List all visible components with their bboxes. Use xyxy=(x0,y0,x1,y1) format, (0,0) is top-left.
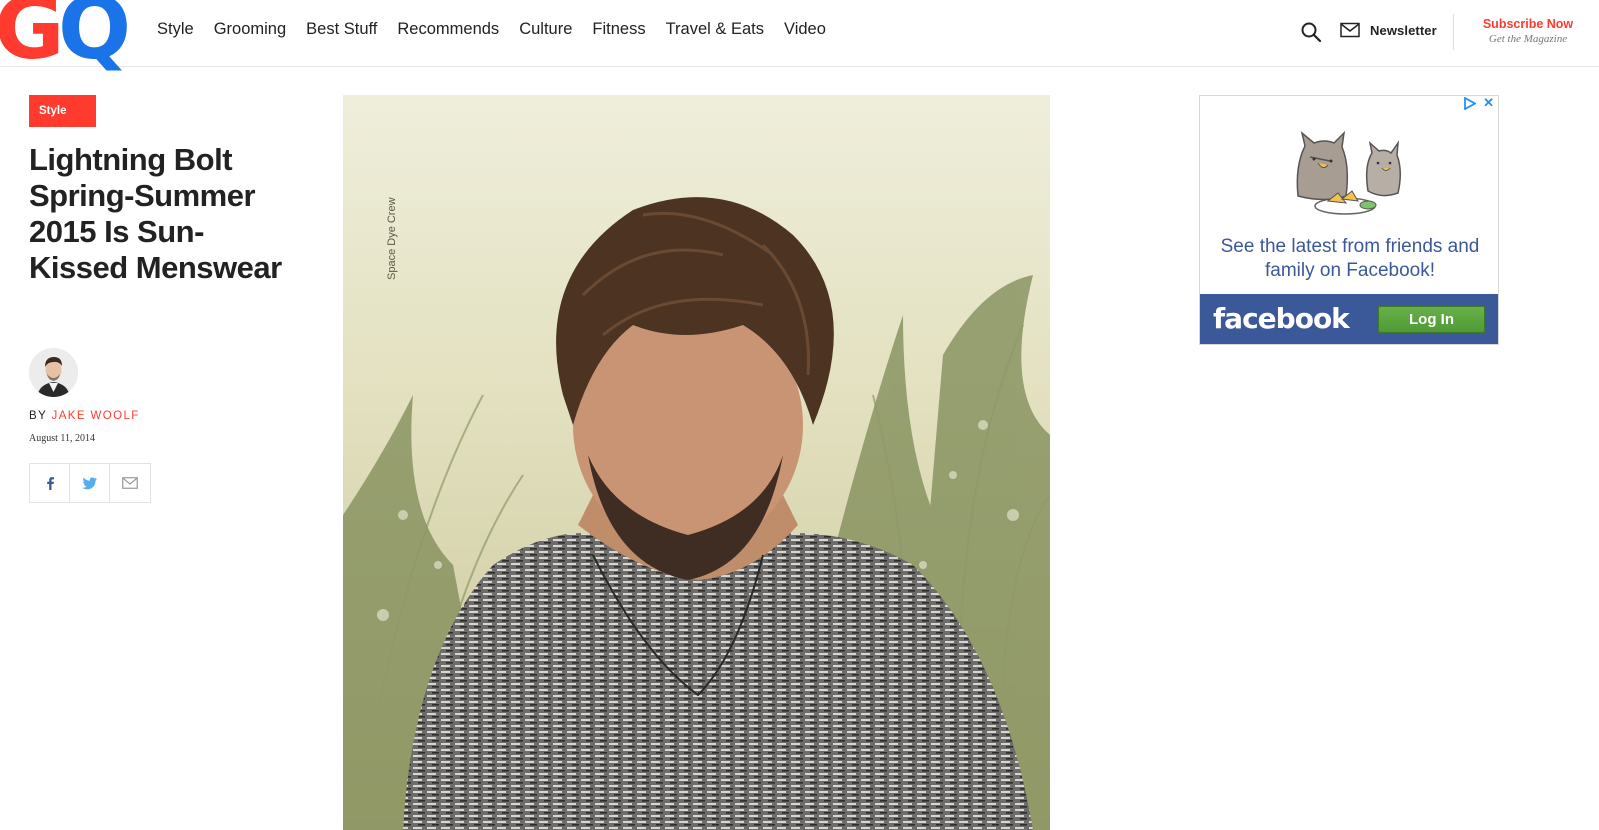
byline-prefix: BY xyxy=(29,410,47,422)
ad-brand-bar: facebook Log In xyxy=(1200,294,1498,344)
twitter-icon xyxy=(82,476,97,489)
newsletter-label: Newsletter xyxy=(1370,22,1437,38)
author-link[interactable]: JAKE WOOLF xyxy=(52,410,140,422)
ad-message: See the latest from friends and family o… xyxy=(1220,236,1480,281)
publish-date: August 11, 2014 xyxy=(29,433,96,444)
category-badge[interactable]: Style xyxy=(29,95,96,127)
author-portrait xyxy=(29,348,78,397)
nav-item-best-stuff[interactable]: Best Stuff xyxy=(306,20,377,39)
share-bar xyxy=(29,463,151,503)
ad-close-button[interactable]: ✕ xyxy=(1483,96,1494,111)
facebook-wordmark: facebook xyxy=(1213,302,1350,335)
share-email-button[interactable] xyxy=(110,464,150,502)
nav-item-travel-eats[interactable]: Travel & Eats xyxy=(666,20,764,39)
nav-item-recommends[interactable]: Recommends xyxy=(397,20,499,39)
header-divider xyxy=(1453,14,1454,50)
article-hero-image: Space Dye Crew xyxy=(343,95,1050,830)
subscribe-link[interactable]: Subscribe Now Get the Magazine xyxy=(1472,17,1584,45)
pusheen-cats-illustration xyxy=(1296,130,1401,215)
nav-item-culture[interactable]: Culture xyxy=(519,20,572,39)
search-icon[interactable] xyxy=(1300,21,1322,43)
share-twitter-button[interactable] xyxy=(70,464,110,502)
newsletter-link[interactable]: Newsletter xyxy=(1340,22,1437,38)
share-facebook-button[interactable] xyxy=(30,464,70,502)
byline: BY JAKE WOOLF xyxy=(29,410,140,422)
main-nav: Style Grooming Best Stuff Recommends Cul… xyxy=(157,20,826,39)
nav-item-style[interactable]: Style xyxy=(157,20,194,39)
nav-item-grooming[interactable]: Grooming xyxy=(214,20,286,39)
logo-letter-q: Q xyxy=(58,0,131,79)
site-header: G Q Style Grooming Best Stuff Recommends… xyxy=(0,0,1599,72)
subscribe-label: Subscribe Now xyxy=(1482,17,1574,31)
subscribe-sublabel: Get the Magazine xyxy=(1488,33,1568,45)
nav-item-fitness[interactable]: Fitness xyxy=(592,20,645,39)
author-avatar[interactable] xyxy=(29,348,78,397)
adchoices-icon[interactable] xyxy=(1463,97,1476,110)
gq-logo[interactable]: G Q xyxy=(0,0,136,72)
facebook-login-button[interactable]: Log In xyxy=(1378,306,1485,333)
facebook-icon xyxy=(46,477,54,490)
email-icon xyxy=(122,477,138,489)
article-headline: Lightning Bolt Spring-Summer 2015 Is Sun… xyxy=(29,142,282,285)
hero-photo: Space Dye Crew xyxy=(343,95,1050,830)
image-watermark: Space Dye Crew xyxy=(386,197,398,280)
mail-icon xyxy=(1340,22,1360,38)
logo-letter-g: G xyxy=(0,0,65,79)
nav-item-video[interactable]: Video xyxy=(784,20,826,39)
facebook-ad[interactable]: ✕ See the latest from friends and family… xyxy=(1199,95,1499,345)
